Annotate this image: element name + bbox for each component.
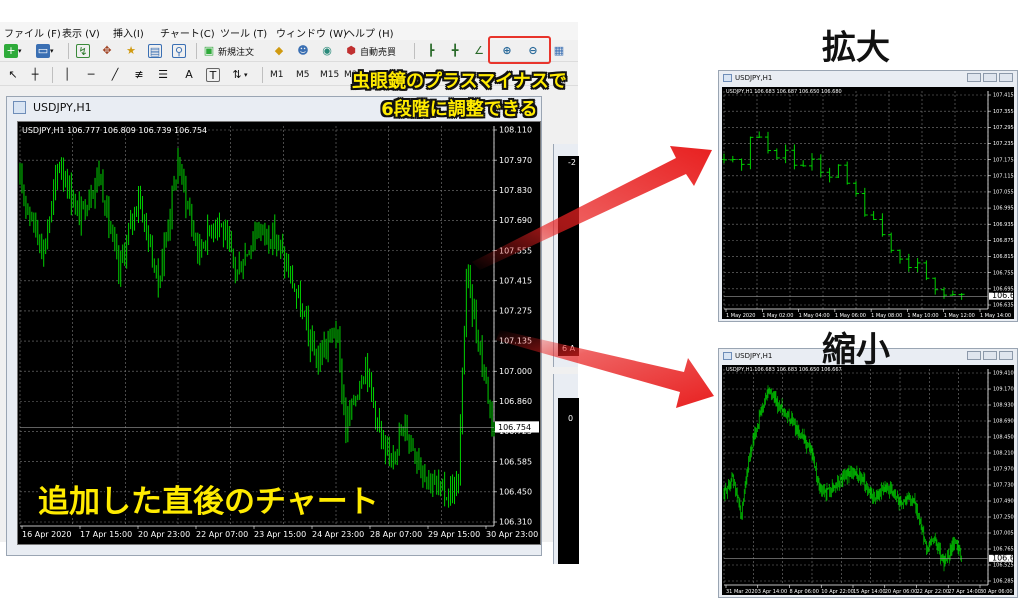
zoom-explanation-line2: 6段階に調整できる xyxy=(381,99,538,120)
zoom-in-caption: 拡大 xyxy=(822,28,890,68)
zoom-out-caption: 縮小 xyxy=(822,330,890,370)
zoom-explanation-line1: 虫眼鏡のプラスマイナスで xyxy=(352,71,567,92)
screenshot-composite: ファイル (F) 表示 (V) 挿入(I) チャート(C) ツール (T) ウィ… xyxy=(0,0,1024,603)
after-added-caption: 追加した直後のチャート xyxy=(38,484,379,520)
zoom-explanation-callout: 虫眼鏡のプラスマイナスで 6段階に調整できる xyxy=(352,68,567,124)
arrow-to-zoom-in xyxy=(472,146,712,270)
arrow-to-zoom-out xyxy=(496,330,714,408)
